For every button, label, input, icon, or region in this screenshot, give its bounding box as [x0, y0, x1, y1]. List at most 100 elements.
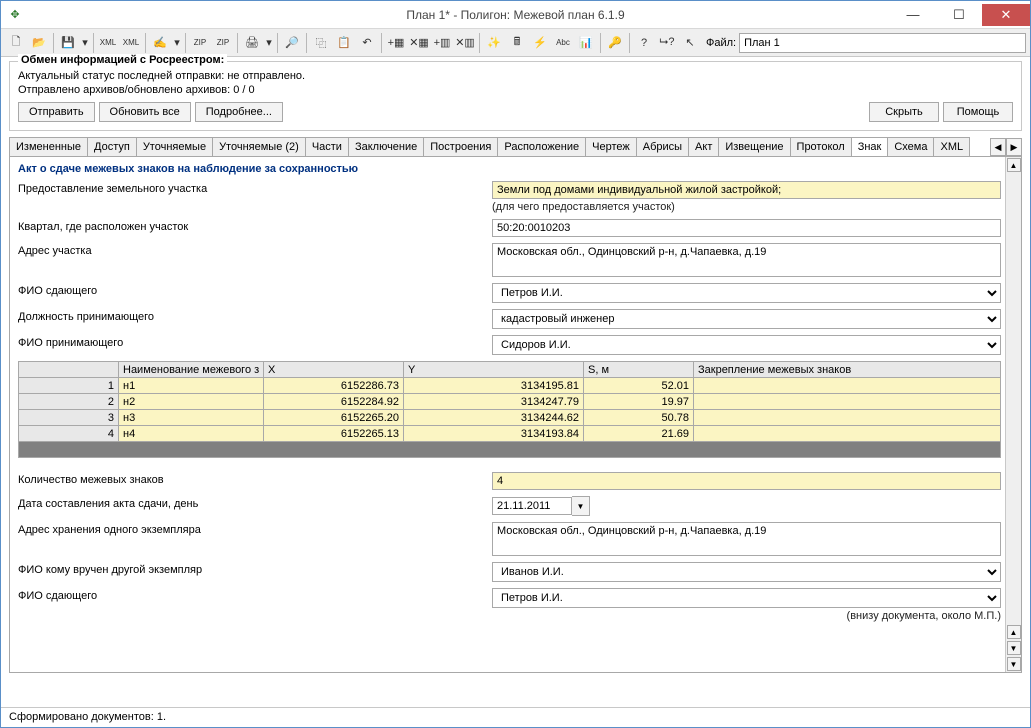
- grid-header[interactable]: Закрепление межевых знаков: [694, 362, 1001, 378]
- grid-cell[interactable]: 6152265.13: [264, 426, 404, 442]
- sign-icon[interactable]: ✍: [149, 32, 171, 54]
- tab-Акт[interactable]: Акт: [688, 137, 719, 156]
- grid-cell[interactable]: 1: [19, 378, 119, 394]
- key-icon[interactable]: 🔑: [604, 32, 626, 54]
- save-dropdown-icon[interactable]: ▾: [80, 32, 90, 54]
- grid-cell[interactable]: 3134195.81: [404, 378, 584, 394]
- tab-Доступ[interactable]: Доступ: [87, 137, 137, 156]
- hide-button[interactable]: Скрыть: [869, 102, 939, 122]
- table-row[interactable]: 2н26152284.923134247.7919.97: [19, 394, 1001, 410]
- grid-cell[interactable]: н3: [119, 410, 264, 426]
- grid-cell[interactable]: [694, 426, 1001, 442]
- textarea-address[interactable]: Московская обл., Одинцовский р-н, д.Чапа…: [492, 243, 1001, 277]
- row-delete-icon[interactable]: ✕▦: [408, 32, 430, 54]
- scroll-up-button[interactable]: ▲: [1007, 158, 1021, 172]
- select-copy-receiver[interactable]: Иванов И.И.: [492, 562, 1001, 582]
- vertical-scrollbar[interactable]: ▲ ▲ ▼ ▼: [1005, 157, 1021, 672]
- paste-icon[interactable]: 📋: [333, 32, 355, 54]
- copy-icon[interactable]: ⿻: [310, 32, 332, 54]
- maximize-button[interactable]: ☐: [936, 4, 982, 26]
- tab-Чертеж[interactable]: Чертеж: [585, 137, 637, 156]
- scroll-step-down-button[interactable]: ▼: [1007, 641, 1021, 655]
- grid-cell[interactable]: 6152265.20: [264, 410, 404, 426]
- xml-save-icon[interactable]: XML: [97, 32, 119, 54]
- save-icon[interactable]: 💾: [57, 32, 79, 54]
- abc-icon[interactable]: Abc: [552, 32, 574, 54]
- grid-cell[interactable]: 3134247.79: [404, 394, 584, 410]
- scroll-down-button[interactable]: ▼: [1007, 657, 1021, 671]
- tab-scroll-left[interactable]: ◀: [990, 138, 1006, 156]
- grid-cell[interactable]: н2: [119, 394, 264, 410]
- grid-cell[interactable]: 4: [19, 426, 119, 442]
- table-row[interactable]: 1н16152286.733134195.8152.01: [19, 378, 1001, 394]
- tab-Абрисы[interactable]: Абрисы: [636, 137, 689, 156]
- grid-cell[interactable]: [694, 394, 1001, 410]
- help-icon[interactable]: ?: [633, 32, 655, 54]
- grid-cell[interactable]: [694, 410, 1001, 426]
- grid-cell[interactable]: 21.69: [584, 426, 694, 442]
- select-receiver-name[interactable]: Сидоров И.И.: [492, 335, 1001, 355]
- minimize-button[interactable]: —: [890, 4, 936, 26]
- input-land-provision[interactable]: [492, 181, 1001, 199]
- tab-Извещение[interactable]: Извещение: [718, 137, 790, 156]
- grid-cell[interactable]: 2: [19, 394, 119, 410]
- tab-Протокол[interactable]: Протокол: [790, 137, 852, 156]
- zip2-icon[interactable]: ZIP: [212, 32, 234, 54]
- whatsthis-icon[interactable]: ⮡?: [656, 32, 678, 54]
- tab-Уточняемые (2)[interactable]: Уточняемые (2): [212, 137, 306, 156]
- tab-Расположение[interactable]: Расположение: [497, 137, 586, 156]
- grid-cell[interactable]: 52.01: [584, 378, 694, 394]
- grid-header[interactable]: [19, 362, 119, 378]
- select-sender-name-bottom[interactable]: Петров И.И.: [492, 588, 1001, 608]
- print-dropdown-icon[interactable]: ▾: [264, 32, 274, 54]
- grid-cell[interactable]: [694, 378, 1001, 394]
- input-act-date[interactable]: [492, 497, 572, 515]
- tab-Части[interactable]: Части: [305, 137, 349, 156]
- input-quarter[interactable]: [492, 219, 1001, 237]
- table-row[interactable]: 4н46152265.133134193.8421.69: [19, 426, 1001, 442]
- col-insert-icon[interactable]: +▥: [431, 32, 453, 54]
- more-button[interactable]: Подробнее...: [195, 102, 283, 122]
- cursor-icon[interactable]: ↖: [679, 32, 701, 54]
- row-insert-icon[interactable]: +▦: [385, 32, 407, 54]
- scroll-step-up-button[interactable]: ▲: [1007, 625, 1021, 639]
- help-button[interactable]: Помощь: [943, 102, 1013, 122]
- refresh-all-button[interactable]: Обновить все: [99, 102, 191, 122]
- bolt-icon[interactable]: ⚡: [529, 32, 551, 54]
- close-button[interactable]: ✕: [982, 4, 1030, 26]
- grid-cell[interactable]: 3134244.62: [404, 410, 584, 426]
- grid-cell[interactable]: н4: [119, 426, 264, 442]
- tab-Измененные[interactable]: Измененные: [9, 137, 88, 156]
- tab-Схема[interactable]: Схема: [887, 137, 934, 156]
- tab-Знак[interactable]: Знак: [851, 137, 889, 157]
- tab-scroll-right[interactable]: ▶: [1006, 138, 1022, 156]
- open-icon[interactable]: 📂: [28, 32, 50, 54]
- grid-cell[interactable]: 3: [19, 410, 119, 426]
- file-input[interactable]: [739, 33, 1026, 53]
- tab-XML[interactable]: XML: [933, 137, 970, 156]
- grid-cell[interactable]: 6152286.73: [264, 378, 404, 394]
- grid-header[interactable]: Наименование межевого з: [119, 362, 264, 378]
- select-sender-name[interactable]: Петров И.И.: [492, 283, 1001, 303]
- date-dropdown-button[interactable]: ▼: [572, 496, 590, 516]
- chart-icon[interactable]: 📊: [575, 32, 597, 54]
- input-marks-count[interactable]: [492, 472, 1001, 490]
- table-row[interactable]: 3н36152265.203134244.6250.78: [19, 410, 1001, 426]
- sign-dropdown-icon[interactable]: ▾: [172, 32, 182, 54]
- grid-cell[interactable]: н1: [119, 378, 264, 394]
- grid-cell[interactable]: 50.78: [584, 410, 694, 426]
- calc-icon[interactable]: 🖩: [506, 32, 528, 54]
- print-icon[interactable]: 🖨: [241, 32, 263, 54]
- xml-open-icon[interactable]: XML: [120, 32, 142, 54]
- grid-header[interactable]: Y: [404, 362, 584, 378]
- tab-Уточняемые[interactable]: Уточняемые: [136, 137, 213, 156]
- marks-grid[interactable]: Наименование межевого зXYS, мЗакрепление…: [18, 361, 1001, 442]
- col-delete-icon[interactable]: ✕▥: [454, 32, 476, 54]
- grid-header[interactable]: X: [264, 362, 404, 378]
- new-icon[interactable]: 🗋: [5, 32, 27, 54]
- grid-cell[interactable]: 3134193.84: [404, 426, 584, 442]
- send-button[interactable]: Отправить: [18, 102, 95, 122]
- wand-icon[interactable]: ✨: [483, 32, 505, 54]
- grid-cell[interactable]: 19.97: [584, 394, 694, 410]
- zip-icon[interactable]: ZIP: [189, 32, 211, 54]
